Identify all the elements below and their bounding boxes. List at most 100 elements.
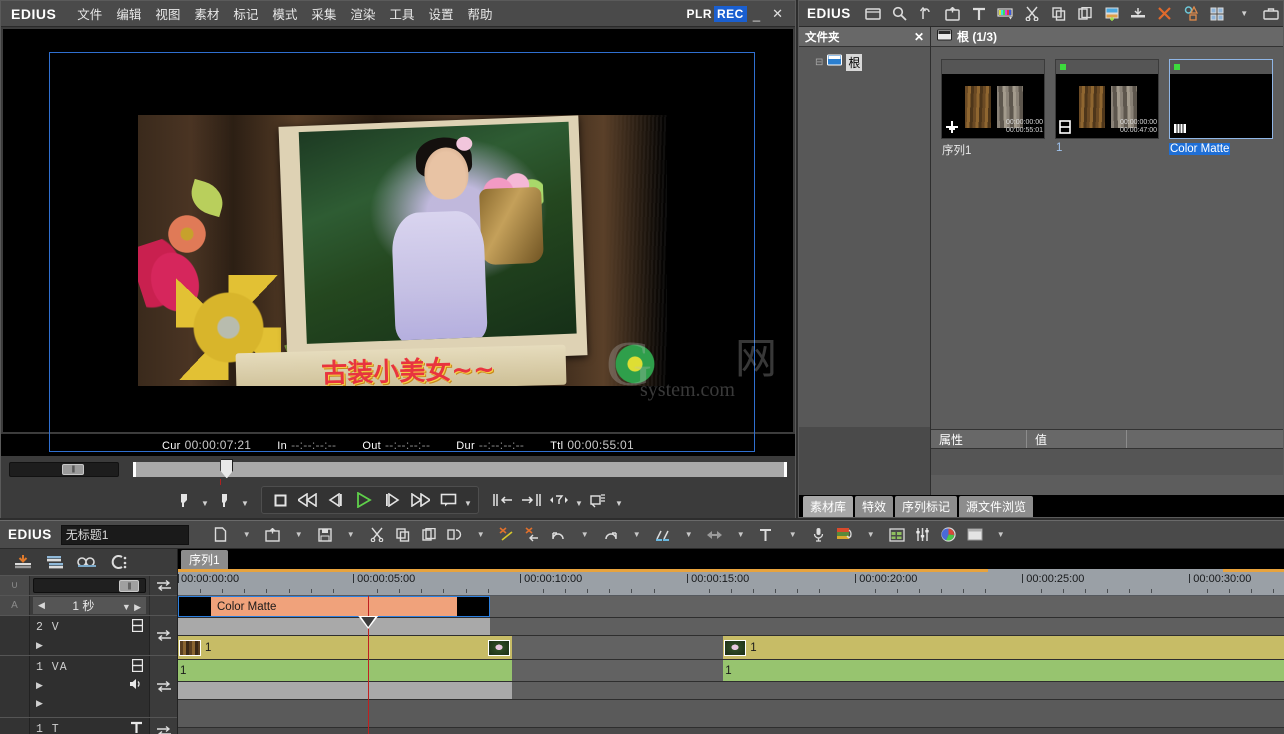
- view-mode-dropdown-icon[interactable]: ▼: [1232, 3, 1257, 25]
- timeline-track-1t[interactable]: [178, 700, 1284, 728]
- set-out-dropdown-icon[interactable]: ▼: [239, 489, 251, 511]
- player-mode-label[interactable]: PLR: [687, 7, 713, 21]
- timeline-sync-icon[interactable]: [149, 576, 177, 595]
- set-out-point-icon[interactable]: [211, 488, 239, 512]
- bin-clip-thumbnail[interactable]: 00:00:00:00 00:00:55:01: [941, 59, 1045, 139]
- add-transition-icon[interactable]: [650, 523, 676, 547]
- open-project-icon[interactable]: [260, 523, 286, 547]
- group-mode-icon[interactable]: [72, 551, 102, 573]
- audio-mixer-icon[interactable]: [910, 523, 936, 547]
- track-1va-speaker-icon[interactable]: [129, 678, 143, 693]
- timeline-scale-selector[interactable]: ◀ 1 秒 ▼ ▶: [33, 597, 146, 614]
- timeline-clip-audio-a[interactable]: 1: [178, 660, 512, 681]
- track-1va-expand-video-icon[interactable]: ▶: [36, 680, 43, 691]
- track-1va-video-icon[interactable]: [132, 659, 143, 675]
- track-2v-sync-icon[interactable]: [149, 616, 177, 655]
- audio-crossfade-icon[interactable]: [702, 523, 728, 547]
- bin-clip-item[interactable]: 00:00:00:00 00:00:55:01 序列1: [941, 59, 1045, 158]
- insert-clip-icon[interactable]: [1126, 3, 1151, 25]
- tab-sequence-markers[interactable]: 序列标记: [895, 496, 957, 517]
- playback-dropdown-icon[interactable]: ▼: [462, 489, 474, 511]
- bin-toolbox-icon[interactable]: [1259, 3, 1284, 25]
- bin-clip-item[interactable]: Color Matte: [1169, 59, 1273, 158]
- folder-tree-item-root[interactable]: ⊟ 根: [803, 53, 926, 71]
- replace-clip-dropdown-icon[interactable]: ▼: [468, 523, 494, 547]
- track-2v-expand-icon[interactable]: ▶: [36, 640, 43, 651]
- property-column-value[interactable]: 值: [1027, 430, 1127, 448]
- menu-item-file[interactable]: 文件: [70, 0, 109, 27]
- add-transition-dropdown-icon[interactable]: ▼: [676, 523, 702, 547]
- player-scrub-track[interactable]: [133, 462, 787, 477]
- shuttle-knob[interactable]: [62, 464, 84, 475]
- track-header-1t[interactable]: 1 T: [0, 717, 177, 734]
- overwrite-to-timeline-icon[interactable]: [517, 488, 545, 512]
- menu-item-view[interactable]: 视图: [148, 0, 187, 27]
- rewind-button-icon[interactable]: [294, 488, 322, 512]
- go-up-folder-icon[interactable]: [914, 3, 939, 25]
- add-marker-icon[interactable]: [545, 488, 573, 512]
- set-in-point-icon[interactable]: [171, 488, 199, 512]
- menu-item-mode[interactable]: 模式: [265, 0, 304, 27]
- next-frame-button-icon[interactable]: [378, 488, 406, 512]
- add-to-timeline-icon[interactable]: [1099, 3, 1124, 25]
- minimize-button[interactable]: _: [747, 7, 766, 22]
- replace-clip-icon[interactable]: [442, 523, 468, 547]
- sequence-list-icon[interactable]: [884, 523, 910, 547]
- fast-forward-button-icon[interactable]: [406, 488, 434, 512]
- add-title-icon[interactable]: [967, 3, 992, 25]
- tree-expander-icon[interactable]: ⊟: [815, 57, 823, 68]
- menu-item-edit[interactable]: 编辑: [109, 0, 148, 27]
- timeline-track-1va-audio[interactable]: 1 1: [178, 660, 1284, 682]
- bin-clip-thumbnail[interactable]: 00:00:00:00 00:00:47:00: [1055, 59, 1159, 139]
- bin-clip-thumbnail[interactable]: [1169, 59, 1273, 139]
- track-2v-video-icon[interactable]: [132, 619, 143, 635]
- recorder-mode-label[interactable]: REC: [714, 6, 747, 22]
- insert-mode-icon[interactable]: [8, 551, 38, 573]
- export-dropdown-icon[interactable]: ▼: [858, 523, 884, 547]
- tab-material-library[interactable]: 素材库: [803, 496, 853, 517]
- paste-icon[interactable]: [416, 523, 442, 547]
- export-sequence-icon[interactable]: [832, 523, 858, 547]
- menu-item-help[interactable]: 帮助: [460, 0, 499, 27]
- layouter-icon[interactable]: [962, 523, 988, 547]
- view-mode-icon[interactable]: [1205, 3, 1230, 25]
- set-in-dropdown-icon[interactable]: ▼: [199, 489, 211, 511]
- search-icon[interactable]: [887, 3, 912, 25]
- timeline-track-1va-mixer[interactable]: [178, 682, 1284, 700]
- bin-clip-name[interactable]: 序列1: [941, 142, 1045, 158]
- project-name-field[interactable]: 无标题1: [61, 525, 189, 545]
- close-button[interactable]: ✕: [766, 6, 789, 22]
- timeline-clip-video-a[interactable]: 1: [178, 636, 512, 659]
- new-project-icon[interactable]: [208, 523, 234, 547]
- scale-dropdown-group[interactable]: ▼ ▶: [122, 599, 141, 613]
- track-1t-title-icon[interactable]: [130, 721, 143, 734]
- track-1va-expand-audio-icon[interactable]: ▶: [36, 698, 43, 709]
- layouter-dropdown-icon[interactable]: ▼: [988, 523, 1014, 547]
- scale-prev-icon[interactable]: ◀: [38, 600, 45, 611]
- timeline-clip-color-matte[interactable]: Color Matte: [178, 596, 490, 617]
- timeline-zoom-slider[interactable]: [33, 578, 146, 593]
- shuttle-control[interactable]: [9, 462, 119, 477]
- delete-icon[interactable]: [1152, 3, 1177, 25]
- track-header-1va[interactable]: 1 VA ▶ ▶: [0, 655, 177, 717]
- add-marker-dropdown-icon[interactable]: ▼: [573, 489, 585, 511]
- cut-icon[interactable]: [1020, 3, 1045, 25]
- insert-to-timeline-icon[interactable]: [489, 488, 517, 512]
- add-to-bin-icon[interactable]: [585, 488, 613, 512]
- menu-item-marker[interactable]: 标记: [226, 0, 265, 27]
- player-video-area[interactable]: 古装小美女~~ G system.com 网: [2, 28, 794, 433]
- open-project-dropdown-icon[interactable]: ▼: [286, 523, 312, 547]
- save-project-icon[interactable]: [312, 523, 338, 547]
- save-project-dropdown-icon[interactable]: ▼: [338, 523, 364, 547]
- property-column-attribute[interactable]: 属性: [931, 430, 1027, 448]
- previous-frame-button-icon[interactable]: [322, 488, 350, 512]
- redo-dropdown-icon[interactable]: ▼: [624, 523, 650, 547]
- menu-item-settings[interactable]: 设置: [421, 0, 460, 27]
- tab-source-browser[interactable]: 源文件浏览: [959, 496, 1033, 517]
- timeline-clip-video-b[interactable]: 1: [723, 636, 1284, 659]
- timeline-clip-audio-b[interactable]: 1: [723, 660, 1284, 681]
- add-to-bin-dropdown-icon[interactable]: ▼: [613, 489, 625, 511]
- bin-clip-item[interactable]: 00:00:00:00 00:00:47:00 1: [1055, 59, 1159, 158]
- audio-crossfade-dropdown-icon[interactable]: ▼: [728, 523, 754, 547]
- loop-playback-button-icon[interactable]: [434, 488, 462, 512]
